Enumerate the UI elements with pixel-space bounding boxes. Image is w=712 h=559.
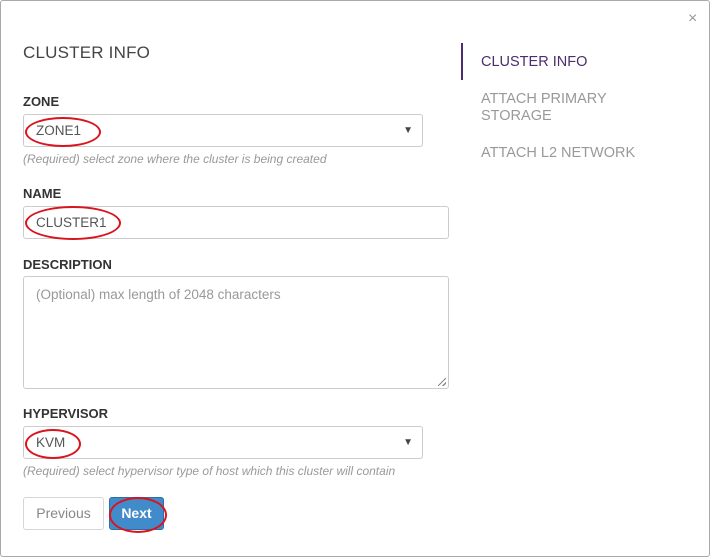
zone-select[interactable]: ZONE1 ▼ bbox=[23, 114, 423, 147]
hypervisor-label: HYPERVISOR bbox=[23, 406, 109, 421]
create-cluster-dialog: × CLUSTER INFO ZONE ZONE1 ▼ (Required) s… bbox=[0, 0, 710, 557]
step-attach-primary-storage[interactable]: ATTACH PRIMARY STORAGE bbox=[481, 91, 631, 125]
close-icon[interactable]: × bbox=[688, 11, 697, 27]
step-attach-l2-network[interactable]: ATTACH L2 NETWORK bbox=[481, 145, 681, 162]
step-cluster-info[interactable]: CLUSTER INFO bbox=[481, 54, 681, 71]
name-input[interactable]: CLUSTER1 bbox=[23, 206, 449, 239]
description-textarea[interactable]: (Optional) max length of 2048 characters bbox=[23, 276, 449, 389]
active-step-indicator bbox=[461, 43, 463, 80]
hypervisor-help-text: (Required) select hypervisor type of hos… bbox=[23, 464, 396, 478]
zone-select-value: ZONE1 bbox=[36, 123, 82, 138]
description-placeholder: (Optional) max length of 2048 characters bbox=[36, 287, 281, 302]
resize-grip-icon[interactable] bbox=[438, 378, 446, 386]
chevron-down-icon: ▼ bbox=[403, 125, 413, 136]
zone-label: ZONE bbox=[23, 94, 60, 109]
chevron-down-icon: ▼ bbox=[403, 437, 413, 448]
hypervisor-select-value: KVM bbox=[36, 435, 66, 450]
name-label: NAME bbox=[23, 186, 62, 201]
description-label: DESCRIPTION bbox=[23, 257, 112, 272]
next-button[interactable]: Next bbox=[109, 497, 164, 530]
section-title: CLUSTER INFO bbox=[23, 43, 151, 62]
zone-help-text: (Required) select zone where the cluster… bbox=[23, 152, 327, 166]
previous-button[interactable]: Previous bbox=[23, 497, 104, 530]
name-input-value: CLUSTER1 bbox=[36, 215, 107, 230]
hypervisor-select[interactable]: KVM ▼ bbox=[23, 426, 423, 459]
